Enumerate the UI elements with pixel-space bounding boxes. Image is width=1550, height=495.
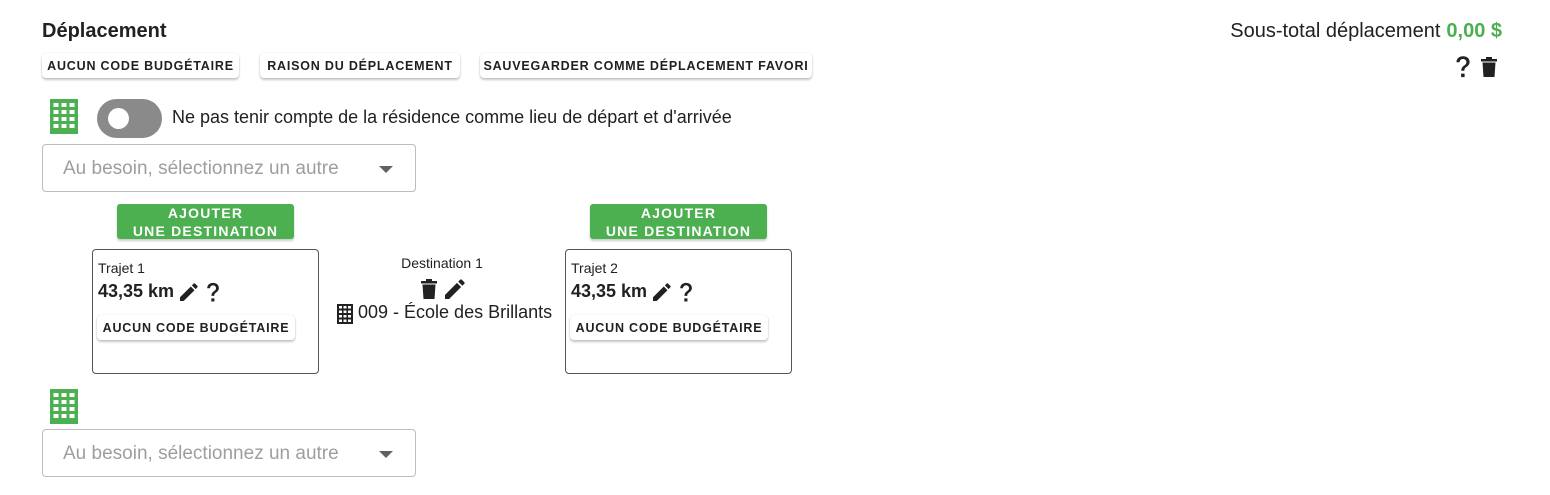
residence-toggle-label: Ne pas tenir compte de la résidence comm… [172,107,732,127]
pencil-icon[interactable] [179,282,199,302]
subtotal-amount: 0,00 $ [1446,20,1502,42]
trash-icon[interactable] [420,278,438,299]
trip-budget-code-button[interactable]: Aucun code budgétaire [97,315,295,340]
trip-card: Trajet 1 43,35 km Aucun code budgétaire [92,249,319,374]
subtotal: Sous-total déplacement 0,00 $ [1230,20,1502,43]
add-destination-line2: une destination [132,222,279,239]
trip-card: Trajet 2 43,35 km Aucun code budgétaire [565,249,792,374]
add-destination-line1: Ajouter [640,204,717,221]
trip-distance: 43,35 km [98,281,175,301]
destination-label: Destination 1 [401,255,483,271]
start-location-select[interactable]: Au besoin, sélectionnez un autre [42,144,416,192]
section-title: Déplacement [42,20,167,42]
destination-name: 009 - École des Brillants [358,302,553,322]
add-destination-button[interactable]: Ajouter une destination [117,204,294,239]
building-icon [50,389,78,424]
chevron-down-icon [379,166,393,173]
pencil-icon[interactable] [444,278,466,300]
start-location-placeholder: Au besoin, sélectionnez un autre [63,158,339,179]
building-icon [337,304,353,324]
trip-distance: 43,35 km [571,281,648,301]
help-icon[interactable] [1453,54,1473,80]
save-favorite-trip-button[interactable]: Sauvegarder comme déplacement favori [480,53,812,78]
chevron-down-icon [379,451,393,458]
add-destination-line2: une destination [605,222,752,239]
help-icon[interactable] [204,279,222,305]
add-destination-button[interactable]: Ajouter une destination [590,204,767,239]
end-location-placeholder: Au besoin, sélectionnez un autre [63,443,339,464]
help-icon[interactable] [677,279,695,305]
trip-label: Trajet 2 [571,260,618,276]
toggle-knob [108,108,129,129]
residence-toggle[interactable] [97,99,162,138]
trip-label: Trajet 1 [98,260,145,276]
end-location-select[interactable]: Au besoin, sélectionnez un autre [42,429,416,477]
no-budget-code-button[interactable]: Aucun code budgétaire [42,53,239,78]
trip-budget-code-button[interactable]: Aucun code budgétaire [570,315,768,340]
trash-icon[interactable] [1479,55,1499,79]
pencil-icon[interactable] [652,282,672,302]
trip-reason-button[interactable]: Raison du déplacement [260,53,460,78]
add-destination-line1: Ajouter [167,204,244,221]
building-icon [50,99,78,134]
subtotal-label: Sous-total déplacement [1230,20,1441,42]
